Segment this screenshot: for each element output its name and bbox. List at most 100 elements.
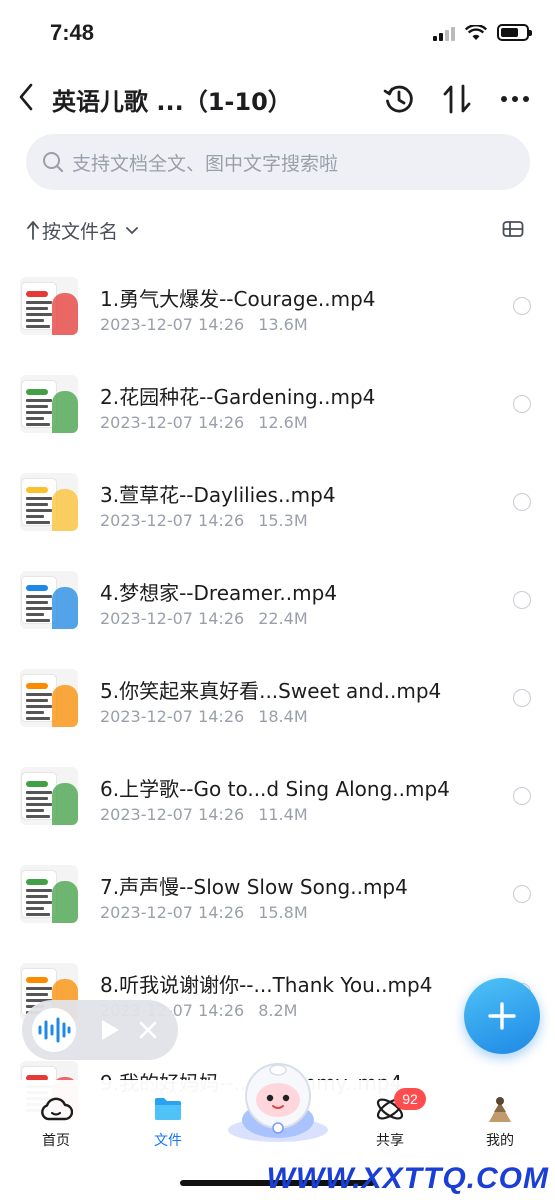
file-size: 12.6M <box>258 413 308 432</box>
thumbnail-lyrics-card <box>22 773 56 819</box>
file-name: 8.听我说谢谢你--...Thank You..mp4 <box>100 973 433 997</box>
tab-home[interactable]: 首页 <box>16 1092 96 1150</box>
sort-dropdown[interactable]: 按文件名 <box>26 217 140 244</box>
cellular-signal-icon <box>433 25 455 41</box>
folder-icon <box>155 1098 181 1120</box>
file-date: 2023-12-07 14:26 <box>100 315 245 334</box>
file-meta: 2023-12-07 14:26 13.6M <box>100 315 308 334</box>
search-placeholder: 支持文档全文、图中文字搜索啦 <box>72 152 339 175</box>
view-mode-button[interactable] <box>502 218 526 242</box>
tab-files-label: 文件 <box>154 1133 182 1149</box>
mascot-assistant-button[interactable] <box>226 1058 330 1144</box>
audio-wave-button[interactable] <box>32 1008 76 1052</box>
thumbnail-lyrics-card <box>22 479 56 525</box>
tab-share-label: 共享 <box>376 1133 404 1149</box>
sort-row: 按文件名 <box>26 212 530 248</box>
file-name: 1.勇气大爆发--Courage..mp4 <box>100 287 376 311</box>
play-button[interactable] <box>98 1018 122 1042</box>
more-button[interactable] <box>497 82 533 116</box>
status-bar: 7:48 <box>0 0 555 70</box>
status-time: 7:48 <box>50 20 95 45</box>
tab-home-label: 首页 <box>42 1133 70 1149</box>
file-row[interactable]: 4.梦想家--Dreamer..mp4 2023-12-07 14:26 22.4… <box>0 551 555 649</box>
chevron-down-icon <box>126 227 138 234</box>
file-meta: 2023-12-07 14:26 22.4M <box>100 609 308 628</box>
select-radio[interactable] <box>513 591 531 609</box>
nav-actions <box>381 82 533 116</box>
sort-arrows-icon <box>443 84 471 114</box>
file-row[interactable]: 1.勇气大爆发--Courage..mp4 2023-12-07 14:26 13… <box>0 257 555 355</box>
file-size: 13.6M <box>258 315 308 334</box>
file-name: 4.梦想家--Dreamer..mp4 <box>100 581 338 605</box>
tab-mine-label: 我的 <box>486 1133 514 1149</box>
file-row[interactable]: 3.萱草花--Daylilies..mp4 2023-12-07 14:26 15… <box>0 453 555 551</box>
file-date: 2023-12-07 14:26 <box>100 413 245 432</box>
sort-button[interactable] <box>439 82 475 116</box>
file-date: 2023-12-07 14:26 <box>100 805 245 824</box>
cloud-icon <box>41 1097 73 1121</box>
thumbnail-lyrics-card <box>22 871 56 917</box>
file-size: 18.4M <box>258 707 308 726</box>
search-icon <box>43 152 64 173</box>
file-name: 3.萱草花--Daylilies..mp4 <box>100 483 336 507</box>
battery-icon <box>497 24 532 41</box>
file-row[interactable]: 7.声声慢--Slow Slow Song..mp4 2023-12-07 14… <box>0 845 555 943</box>
select-radio[interactable] <box>513 689 531 707</box>
file-meta: 2023-12-07 14:26 12.6M <box>100 413 308 432</box>
select-radio[interactable] <box>513 297 531 315</box>
file-date: 2023-12-07 14:26 <box>100 903 245 922</box>
audio-wave-icon <box>38 1017 71 1043</box>
close-player-button[interactable] <box>136 1018 160 1042</box>
video-thumbnail <box>20 277 78 335</box>
close-icon <box>139 1021 157 1039</box>
mini-player[interactable] <box>22 1000 178 1060</box>
file-meta: 2023-12-07 14:26 15.8M <box>100 903 308 922</box>
file-name: 2.花园种花--Gardening..mp4 <box>100 385 376 409</box>
status-icons <box>433 24 532 41</box>
plus-icon <box>488 1002 516 1030</box>
share-badge: 92 <box>394 1088 426 1110</box>
file-date: 2023-12-07 14:26 <box>100 609 245 628</box>
video-thumbnail <box>20 767 78 825</box>
play-icon <box>102 1020 119 1040</box>
chevron-left-icon <box>19 83 33 111</box>
file-row[interactable]: 6.上学歌--Go to...d Sing Along..mp4 2023-12… <box>0 747 555 845</box>
more-dots-icon <box>501 96 529 102</box>
history-button[interactable] <box>381 82 417 116</box>
select-radio[interactable] <box>513 493 531 511</box>
file-name: 5.你笑起来真好看...Sweet and..mp4 <box>100 679 442 703</box>
wifi-icon <box>465 24 487 40</box>
add-button[interactable] <box>464 978 540 1054</box>
file-name: 6.上学歌--Go to...d Sing Along..mp4 <box>100 777 450 801</box>
search-input[interactable]: 支持文档全文、图中文字搜索啦 <box>26 134 530 190</box>
file-name: 7.声声慢--Slow Slow Song..mp4 <box>100 875 408 899</box>
file-meta: 2023-12-07 14:26 11.4M <box>100 805 308 824</box>
tab-files[interactable]: 文件 <box>128 1092 208 1150</box>
select-radio[interactable] <box>513 395 531 413</box>
file-row[interactable]: 2.花园种花--Gardening..mp4 2023-12-07 14:26 1… <box>0 355 555 453</box>
tab-mine[interactable]: 我的 <box>460 1092 540 1150</box>
select-radio[interactable] <box>513 885 531 903</box>
video-thumbnail <box>20 375 78 433</box>
watermark: WWW.XXTTQ.COM <box>266 1162 549 1195</box>
file-date: 2023-12-07 14:26 <box>100 511 245 530</box>
arrow-up-icon <box>27 221 39 240</box>
select-radio[interactable] <box>513 787 531 805</box>
thumbnail-lyrics-card <box>22 577 56 623</box>
thumbnail-lyrics-card <box>22 675 56 721</box>
list-view-icon <box>502 221 524 237</box>
file-row[interactable]: 5.你笑起来真好看...Sweet and..mp4 2023-12-07 14… <box>0 649 555 747</box>
file-size: 22.4M <box>258 609 308 628</box>
sort-label: 按文件名 <box>42 220 119 243</box>
file-size: 15.3M <box>258 511 308 530</box>
video-thumbnail <box>20 669 78 727</box>
thumbnail-lyrics-card <box>22 381 56 427</box>
file-date: 2023-12-07 14:26 <box>100 707 245 726</box>
nav-bar: 英语儿歌 ...（1-10） <box>0 70 555 126</box>
file-size: 8.2M <box>258 1001 298 1020</box>
tab-share[interactable]: 共享 92 <box>350 1088 430 1150</box>
video-thumbnail <box>20 865 78 923</box>
video-thumbnail <box>20 473 78 531</box>
back-button[interactable] <box>12 80 40 114</box>
page-title: 英语儿歌 ...（1-10） <box>52 88 292 116</box>
